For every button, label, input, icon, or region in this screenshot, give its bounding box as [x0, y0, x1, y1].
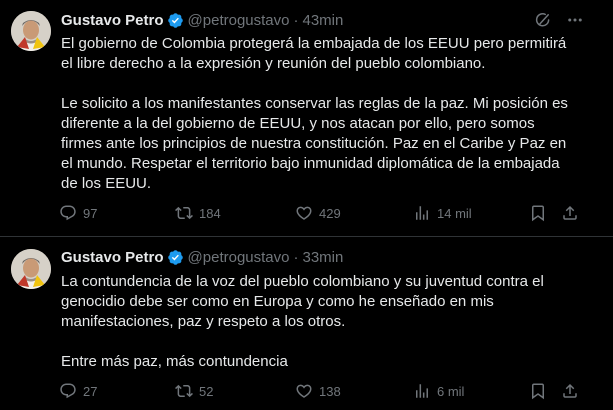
author-handle[interactable]: @petrogustavo: [188, 249, 290, 266]
grok-icon[interactable]: [533, 10, 553, 30]
share-button[interactable]: [561, 382, 579, 400]
tweet-timestamp[interactable]: 33min: [302, 249, 343, 266]
reply-button[interactable]: 27: [59, 382, 97, 400]
header-actions: [533, 10, 585, 30]
views-count: 6 mil: [437, 383, 465, 399]
tweet-timestamp[interactable]: 43min: [302, 12, 343, 29]
retweet-icon: [175, 204, 193, 222]
retweet-count: 184: [199, 205, 221, 221]
avatar[interactable]: [11, 249, 51, 289]
tweet-text: El gobierno de Colombia protegerá la emb…: [61, 35, 568, 192]
views-icon: [413, 204, 431, 222]
share-button[interactable]: [561, 204, 579, 222]
tweet-actions: 97 184 429 14 mil: [55, 204, 589, 224]
bookmark-button[interactable]: [529, 204, 547, 222]
like-count: 429: [319, 205, 341, 221]
retweet-button[interactable]: 184: [175, 204, 221, 222]
views-button[interactable]: 14 mil: [413, 204, 472, 222]
bookmark-button[interactable]: [529, 382, 547, 400]
more-icon[interactable]: [565, 10, 585, 30]
avatar[interactable]: [11, 11, 51, 51]
author-name[interactable]: Gustavo Petro: [61, 12, 164, 29]
heart-icon: [295, 204, 313, 222]
tweet-actions: 27 52 138 6 mil: [55, 382, 589, 402]
tweet-header: Gustavo Petro @petrogustavo · 33min: [61, 247, 343, 267]
reply-count: 27: [83, 383, 98, 399]
reply-button[interactable]: 97: [59, 204, 97, 222]
tweet[interactable]: Gustavo Petro @petrogustavo · 43min El g…: [0, 0, 613, 237]
retweet-count: 52: [199, 383, 214, 399]
views-count: 14 mil: [437, 205, 472, 221]
verified-badge-icon: [167, 249, 184, 266]
separator-dot: ·: [293, 248, 299, 266]
bookmark-icon: [529, 382, 547, 400]
share-icon: [561, 204, 579, 222]
tweet[interactable]: Gustavo Petro @petrogustavo · 33min La c…: [0, 237, 613, 410]
retweet-icon: [175, 382, 193, 400]
reply-icon: [59, 382, 77, 400]
tweet-text: La contundencia de la voz del pueblo col…: [61, 273, 544, 370]
timeline-feed: Gustavo Petro @petrogustavo · 43min El g…: [0, 0, 613, 410]
retweet-button[interactable]: 52: [175, 382, 213, 400]
reply-count: 97: [83, 205, 98, 221]
reply-icon: [59, 204, 77, 222]
author-name[interactable]: Gustavo Petro: [61, 249, 164, 266]
bookmark-icon: [529, 204, 547, 222]
like-button[interactable]: 138: [295, 382, 341, 400]
heart-icon: [295, 382, 313, 400]
like-count: 138: [319, 383, 341, 399]
separator-dot: ·: [293, 11, 299, 29]
tweet-header: Gustavo Petro @petrogustavo · 43min: [61, 10, 343, 30]
like-button[interactable]: 429: [295, 204, 341, 222]
views-button[interactable]: 6 mil: [413, 382, 464, 400]
author-handle[interactable]: @petrogustavo: [188, 12, 290, 29]
share-icon: [561, 382, 579, 400]
verified-badge-icon: [167, 12, 184, 29]
views-icon: [413, 382, 431, 400]
